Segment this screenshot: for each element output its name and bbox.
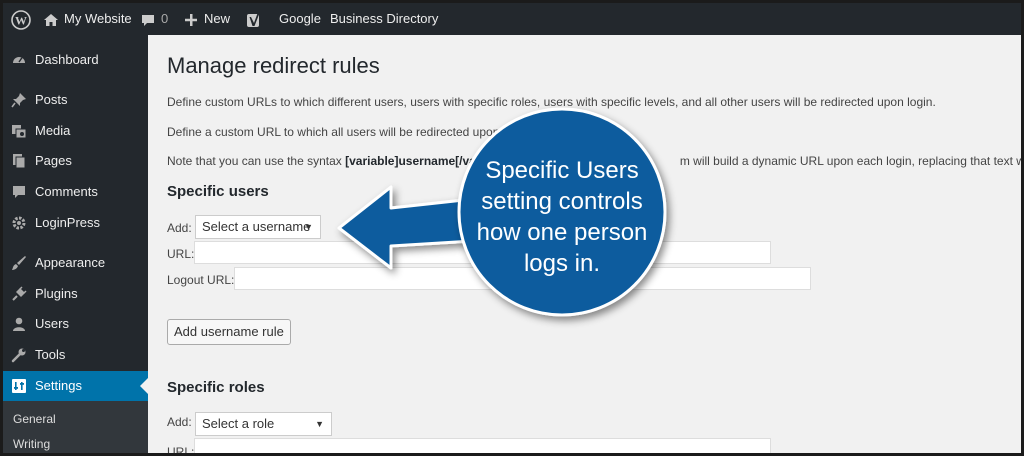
screenshot-frame: W My Website 0 New Google Business Direc… [0,0,1024,456]
callout-arrow [337,185,475,270]
callout-text: Specific Users setting controls how one … [476,157,648,277]
